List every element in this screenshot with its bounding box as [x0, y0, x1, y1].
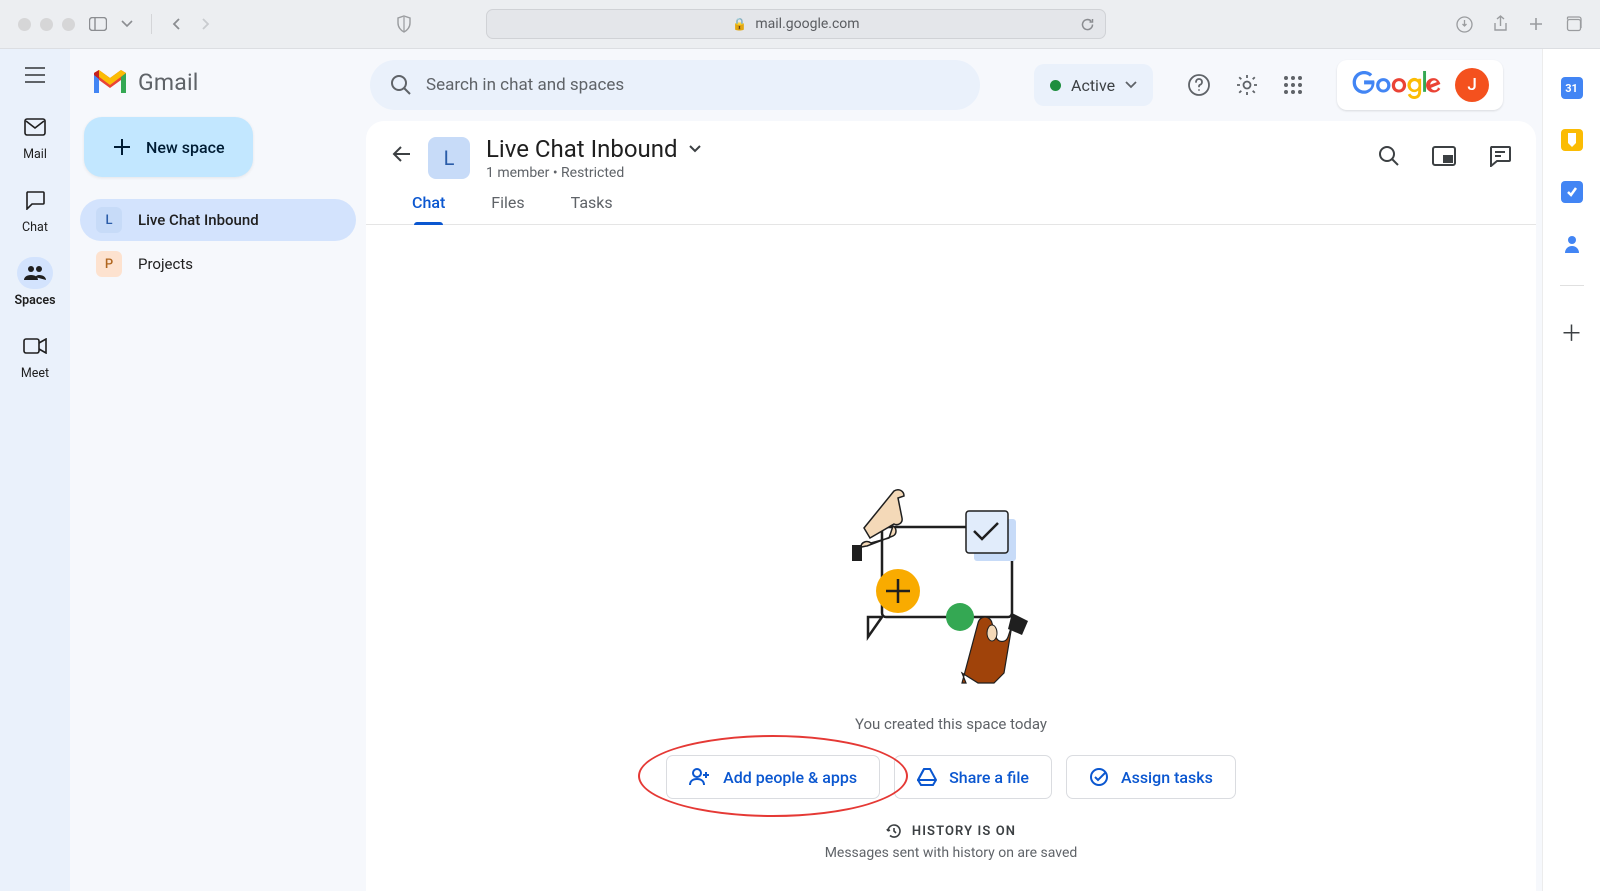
search-input[interactable]: Search in chat and spaces: [370, 60, 980, 110]
traffic-lights: [18, 18, 75, 31]
keep-tile[interactable]: [1561, 129, 1583, 151]
tabs: Chat Files Tasks: [366, 181, 1536, 225]
empty-illustration: [846, 483, 1056, 693]
history-line: HISTORY IS ON: [886, 823, 1016, 839]
space-item-live-chat-inbound[interactable]: L Live Chat Inbound: [80, 199, 356, 241]
help-icon[interactable]: [1187, 73, 1211, 97]
url-bar[interactable]: 🔒 mail.google.com: [486, 9, 1106, 39]
space-item-projects[interactable]: P Projects: [80, 243, 356, 285]
right-rail: 31 ＋: [1542, 49, 1600, 891]
contacts-tile[interactable]: [1561, 233, 1583, 255]
main-column: Search in chat and spaces Active J L: [366, 49, 1542, 891]
space-list: L Live Chat Inbound P Projects: [80, 199, 356, 285]
person-add-icon: [689, 768, 711, 786]
google-brand[interactable]: J: [1337, 60, 1503, 110]
rail-item-spaces[interactable]: Spaces: [14, 257, 55, 308]
space-title: Live Chat Inbound: [486, 135, 678, 163]
sidebar: Gmail New space L Live Chat Inbound P Pr…: [70, 49, 366, 891]
calendar-tile[interactable]: 31: [1561, 77, 1583, 99]
apps-grid-icon[interactable]: [1283, 75, 1303, 95]
add-panel-button[interactable]: ＋: [1560, 316, 1582, 348]
tasks-tile[interactable]: [1561, 181, 1583, 203]
plus-icon[interactable]: [1528, 16, 1544, 32]
action-row: Add people & apps Share a file Assign ta…: [666, 755, 1236, 799]
rail-label: Mail: [23, 147, 47, 162]
search-in-space-icon[interactable]: [1378, 145, 1400, 167]
tab-tasks[interactable]: Tasks: [571, 193, 613, 224]
space-label: Projects: [138, 255, 193, 273]
status-chip[interactable]: Active: [1034, 64, 1153, 106]
share-icon[interactable]: [1493, 15, 1508, 33]
share-file-button[interactable]: Share a file: [894, 755, 1052, 799]
rail-item-meet[interactable]: Meet: [17, 330, 53, 381]
assign-tasks-button[interactable]: Assign tasks: [1066, 755, 1236, 799]
gmail-icon: [90, 67, 130, 97]
rail-item-mail[interactable]: Mail: [17, 111, 53, 162]
share-file-label: Share a file: [949, 768, 1029, 787]
mail-icon: [24, 118, 46, 136]
back-icon[interactable]: [170, 17, 184, 31]
space-label: Live Chat Inbound: [138, 211, 259, 229]
space-avatar: P: [96, 251, 122, 277]
rail-item-chat[interactable]: Chat: [17, 184, 53, 235]
chevron-down-icon: [1125, 81, 1137, 89]
profile-avatar[interactable]: J: [1455, 68, 1489, 102]
tab-chat[interactable]: Chat: [412, 193, 445, 224]
add-people-button[interactable]: Add people & apps: [666, 755, 880, 799]
empty-state: You created this space today Add people …: [366, 225, 1536, 891]
browser-chrome: 🔒 mail.google.com: [0, 0, 1600, 49]
url-text: mail.google.com: [755, 16, 859, 32]
forward-icon[interactable]: [198, 17, 212, 31]
gmail-text: Gmail: [138, 69, 199, 96]
lock-icon: 🔒: [732, 17, 747, 31]
tabs-icon[interactable]: [1564, 16, 1582, 32]
google-logo: [1351, 70, 1443, 100]
space-subtitle: 1 member • Restricted: [486, 165, 702, 181]
reload-icon[interactable]: [1080, 17, 1095, 32]
history-sub: Messages sent with history on are saved: [825, 845, 1078, 861]
sidebar-toggle-icon[interactable]: [89, 17, 107, 31]
download-icon[interactable]: [1456, 16, 1473, 33]
video-icon: [23, 338, 47, 354]
pip-icon[interactable]: [1432, 146, 1456, 166]
history-title: HISTORY IS ON: [912, 824, 1016, 839]
chevron-down-icon[interactable]: [688, 144, 702, 154]
plus-icon: [112, 137, 132, 157]
search-placeholder: Search in chat and spaces: [426, 75, 624, 95]
tasks-icon: [1089, 767, 1109, 787]
space-avatar: L: [96, 207, 122, 233]
created-text: You created this space today: [855, 715, 1047, 733]
topbar: Search in chat and spaces Active J: [366, 49, 1536, 121]
left-rail: Mail Chat Spaces Meet: [0, 49, 70, 891]
divider: [1560, 285, 1584, 286]
space-avatar-large: L: [428, 137, 470, 179]
rail-label: Spaces: [14, 293, 55, 308]
gmail-logo[interactable]: Gmail: [80, 61, 356, 117]
shield-icon[interactable]: [396, 15, 412, 33]
people-icon: [23, 265, 47, 281]
history-icon: [886, 823, 902, 839]
space-header: L Live Chat Inbound 1 member • Restricte…: [366, 121, 1536, 181]
status-dot: [1050, 80, 1061, 91]
drive-icon: [917, 768, 937, 786]
rail-label: Chat: [22, 220, 48, 235]
chrome-right-icons: [1456, 15, 1582, 33]
content-card: L Live Chat Inbound 1 member • Restricte…: [366, 121, 1536, 891]
gear-icon[interactable]: [1235, 73, 1259, 97]
hamburger-icon[interactable]: [24, 67, 46, 83]
chevron-down-icon[interactable]: [121, 20, 133, 28]
new-space-button[interactable]: New space: [84, 117, 253, 177]
new-space-label: New space: [146, 138, 225, 157]
back-button[interactable]: [390, 143, 412, 165]
chat-panel-icon[interactable]: [1488, 145, 1512, 167]
status-label: Active: [1071, 76, 1115, 95]
add-people-label: Add people & apps: [723, 768, 857, 787]
assign-tasks-label: Assign tasks: [1121, 768, 1213, 787]
search-icon: [390, 74, 412, 96]
rail-label: Meet: [21, 366, 49, 381]
chat-icon: [24, 190, 46, 210]
tab-files[interactable]: Files: [491, 193, 524, 224]
